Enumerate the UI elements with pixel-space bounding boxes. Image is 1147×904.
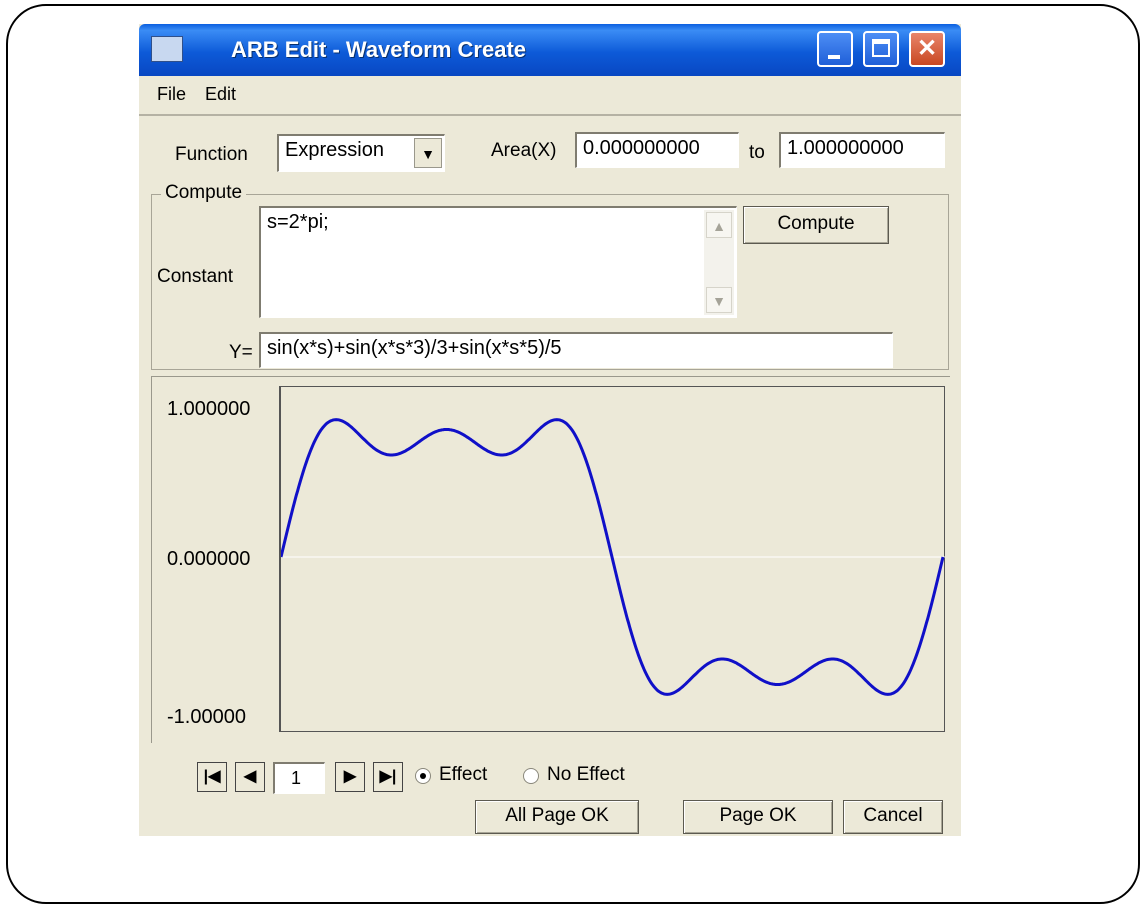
area-to-input[interactable]: 1.000000000 bbox=[779, 132, 945, 168]
y-tick-bottom: -1.00000 bbox=[167, 706, 246, 728]
minimize-button[interactable] bbox=[817, 31, 853, 67]
constant-scrollbar[interactable]: ▲ ▼ bbox=[704, 210, 734, 315]
y-tick-middle: 0.000000 bbox=[167, 548, 251, 570]
effect-label[interactable]: Effect bbox=[439, 764, 487, 786]
compute-group-title: Compute bbox=[161, 182, 247, 204]
title-bar[interactable]: ARB Edit - Waveform Create ✕ bbox=[139, 24, 961, 76]
scroll-down-icon[interactable]: ▼ bbox=[706, 287, 732, 313]
menu-edit[interactable]: Edit bbox=[205, 84, 236, 105]
no-effect-label[interactable]: No Effect bbox=[547, 764, 625, 786]
compute-button[interactable]: Compute bbox=[743, 206, 889, 244]
close-button[interactable]: ✕ bbox=[909, 31, 945, 67]
no-effect-radio[interactable] bbox=[523, 768, 539, 784]
waveform-plot bbox=[281, 418, 945, 696]
chevron-down-icon[interactable]: ▼ bbox=[414, 138, 442, 168]
minimize-icon bbox=[828, 55, 840, 59]
close-icon: ✕ bbox=[916, 35, 938, 62]
area-label: Area(X) bbox=[491, 140, 557, 161]
y-label: Y= bbox=[229, 342, 253, 363]
area-to-label: to bbox=[749, 142, 765, 163]
cancel-button[interactable]: Cancel bbox=[843, 800, 943, 834]
waveform-app-icon bbox=[151, 36, 183, 62]
page-number-input[interactable]: 1 bbox=[273, 762, 325, 794]
y-expression-input[interactable]: sin(x*s)+sin(x*s*3)/3+sin(x*s*5)/5 bbox=[259, 332, 893, 368]
function-value: Expression bbox=[285, 139, 384, 161]
first-page-icon[interactable]: |◀ bbox=[197, 762, 227, 792]
constant-value: s=2*pi; bbox=[267, 211, 329, 233]
radio-selected-dot bbox=[420, 773, 426, 779]
page-ok-button[interactable]: Page OK bbox=[683, 800, 833, 834]
maximize-button[interactable] bbox=[863, 31, 899, 67]
all-page-ok-button[interactable]: All Page OK bbox=[475, 800, 639, 834]
scroll-up-icon[interactable]: ▲ bbox=[706, 212, 732, 238]
last-page-icon[interactable]: ▶| bbox=[373, 762, 403, 792]
y-tick-top: 1.000000 bbox=[167, 398, 251, 420]
window-title: ARB Edit - Waveform Create bbox=[231, 37, 527, 62]
next-page-icon[interactable]: ▶ bbox=[335, 762, 365, 792]
area-from-input[interactable]: 0.000000000 bbox=[575, 132, 739, 168]
menu-file[interactable]: File bbox=[157, 84, 186, 105]
function-label: Function bbox=[175, 144, 248, 165]
function-dropdown[interactable]: Expression ▼ bbox=[277, 134, 445, 172]
constant-textarea[interactable]: s=2*pi; ▲ ▼ bbox=[259, 206, 737, 318]
maximize-icon bbox=[872, 39, 890, 57]
effect-radio[interactable] bbox=[415, 768, 431, 784]
constant-label: Constant bbox=[157, 266, 234, 287]
menu-bar: File Edit bbox=[139, 76, 961, 116]
waveform-create-window: ARB Edit - Waveform Create ✕ File Edit F… bbox=[139, 24, 961, 836]
plot-area bbox=[279, 386, 945, 732]
prev-page-icon[interactable]: ◀ bbox=[235, 762, 265, 792]
